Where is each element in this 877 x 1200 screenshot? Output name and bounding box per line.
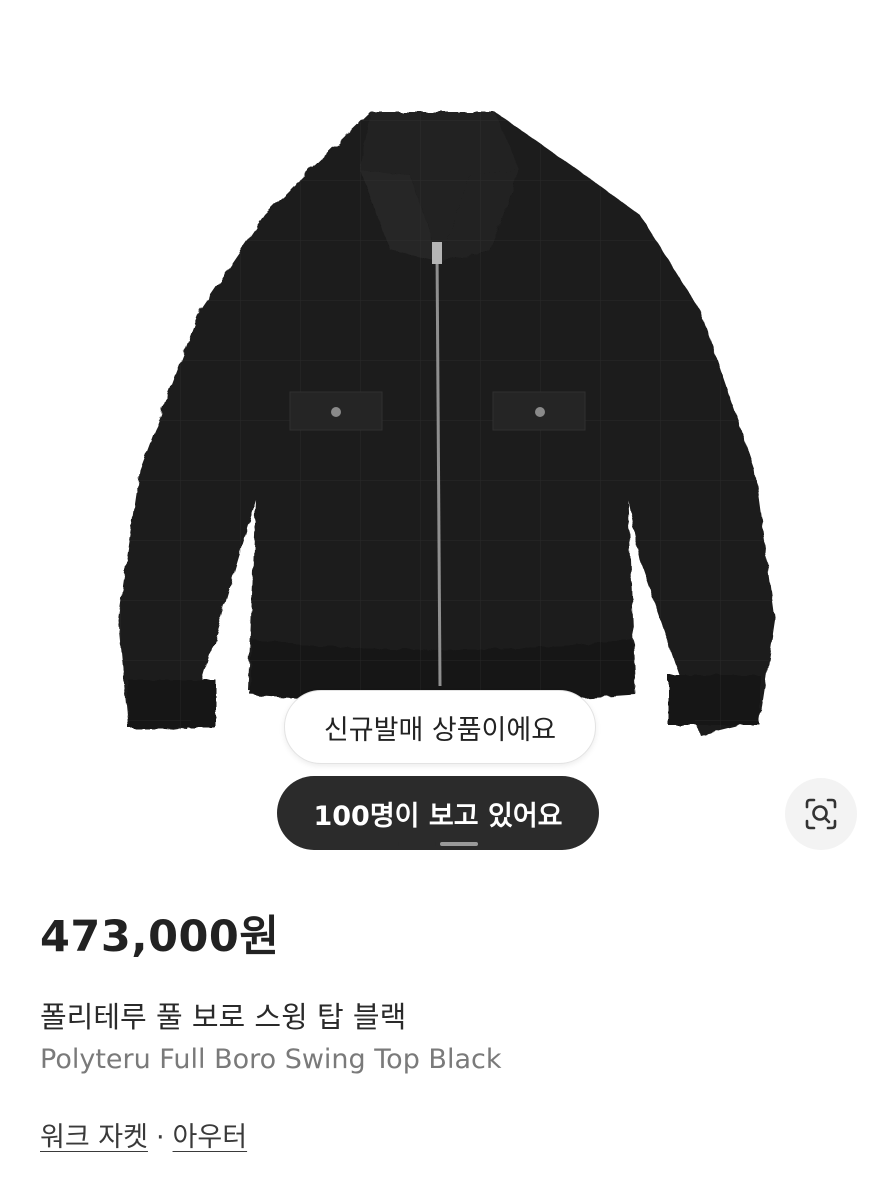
carousel-indicator <box>398 842 478 846</box>
category-link-outer[interactable]: 아우터 <box>173 1115 248 1154</box>
product-price: 473,000원 <box>40 912 280 962</box>
category-breadcrumb: 워크 자켓 · 아우터 <box>40 1115 247 1154</box>
image-search-button[interactable] <box>785 778 857 850</box>
viewer-count-label: 100명이 보고 있어요 <box>313 800 563 832</box>
carousel-dot-active[interactable] <box>398 842 436 846</box>
product-title-korean: 폴리테루 풀 보로 스윙 탑 블랙 <box>40 1000 407 1034</box>
new-release-badge-label: 신규발매 상품이에요 <box>323 714 557 746</box>
new-release-badge: 신규발매 상품이에요 <box>284 690 596 764</box>
product-image-carousel[interactable]: 신규발매 상품이에요 100명이 보고 있어요 <box>0 0 877 870</box>
category-link-work-jacket[interactable]: 워크 자켓 <box>40 1115 148 1154</box>
viewer-count-badge: 100명이 보고 있어요 <box>277 776 599 850</box>
breadcrumb-separator: · <box>155 1122 165 1153</box>
carousel-dot[interactable] <box>440 842 478 846</box>
image-search-icon <box>805 798 837 830</box>
product-title-english: Polyteru Full Boro Swing Top Black <box>40 1044 502 1075</box>
